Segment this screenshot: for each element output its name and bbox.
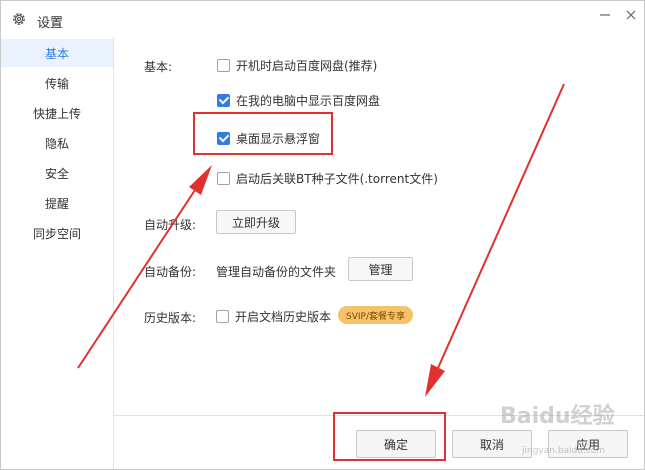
auto-upgrade-label: 自动升级: <box>144 218 197 232</box>
auto-backup-label: 自动备份: <box>144 265 197 279</box>
history-checkbox[interactable]: 开启文档历史版本 <box>216 308 331 325</box>
checkbox-box <box>217 59 230 72</box>
auto-backup-text: 管理自动备份的文件夹 <box>216 265 337 279</box>
highlight-box-ok <box>333 412 446 461</box>
upgrade-now-button[interactable]: 立即升级 <box>216 210 296 234</box>
watermark: Baidu经验 <box>500 404 615 429</box>
sidebar-item-privacy[interactable]: 隐私 <box>1 129 113 157</box>
sidebar-item-transfer[interactable]: 传输 <box>1 69 113 97</box>
history-label: 历史版本: <box>144 311 197 325</box>
minimize-button[interactable] <box>591 5 619 25</box>
bt-association-label: 启动后关联BT种子文件(.torrent文件) <box>236 172 438 186</box>
basic-label: 基本: <box>144 60 173 74</box>
sidebar-item-reminder[interactable]: 提醒 <box>1 189 113 217</box>
svip-badge: SVIP/套餐专享 <box>338 306 413 324</box>
checkbox-box <box>217 172 230 185</box>
show-in-my-computer-checkbox[interactable]: 在我的电脑中显示百度网盘 <box>217 92 380 109</box>
sidebar-item-quick-upload[interactable]: 快捷上传 <box>1 99 113 127</box>
highlight-box-floating <box>193 112 333 155</box>
startup-checkbox-label: 开机时启动百度网盘(推荐) <box>236 59 378 73</box>
minimize-icon <box>600 14 610 16</box>
sidebar-item-basic[interactable]: 基本 <box>1 39 113 67</box>
settings-content: 基本: 开机时启动百度网盘(推荐) 在我的电脑中显示百度网盘 桌面显示悬浮窗 启… <box>114 37 644 415</box>
cancel-button[interactable]: 取消 <box>452 430 532 458</box>
window-title: 设置 <box>37 16 64 31</box>
startup-checkbox[interactable]: 开机时启动百度网盘(推荐) <box>217 57 377 74</box>
title-bar: 设置 <box>1 1 644 37</box>
show-in-my-computer-label: 在我的电脑中显示百度网盘 <box>236 94 381 108</box>
history-checkbox-label: 开启文档历史版本 <box>235 310 332 324</box>
gear-icon <box>13 13 25 25</box>
checkbox-box <box>216 310 229 323</box>
sidebar-item-security[interactable]: 安全 <box>1 159 113 187</box>
sidebar-item-sync-space[interactable]: 同步空间 <box>1 219 113 247</box>
close-button[interactable] <box>617 5 645 25</box>
watermark-url: jingyan.baidu.com <box>522 446 606 456</box>
checkbox-box-checked <box>217 94 230 107</box>
close-icon <box>626 10 636 20</box>
bt-association-checkbox[interactable]: 启动后关联BT种子文件(.torrent文件) <box>217 170 438 187</box>
manage-backup-button[interactable]: 管理 <box>348 257 413 281</box>
sidebar: 基本 传输 快捷上传 隐私 安全 提醒 同步空间 <box>1 37 114 469</box>
